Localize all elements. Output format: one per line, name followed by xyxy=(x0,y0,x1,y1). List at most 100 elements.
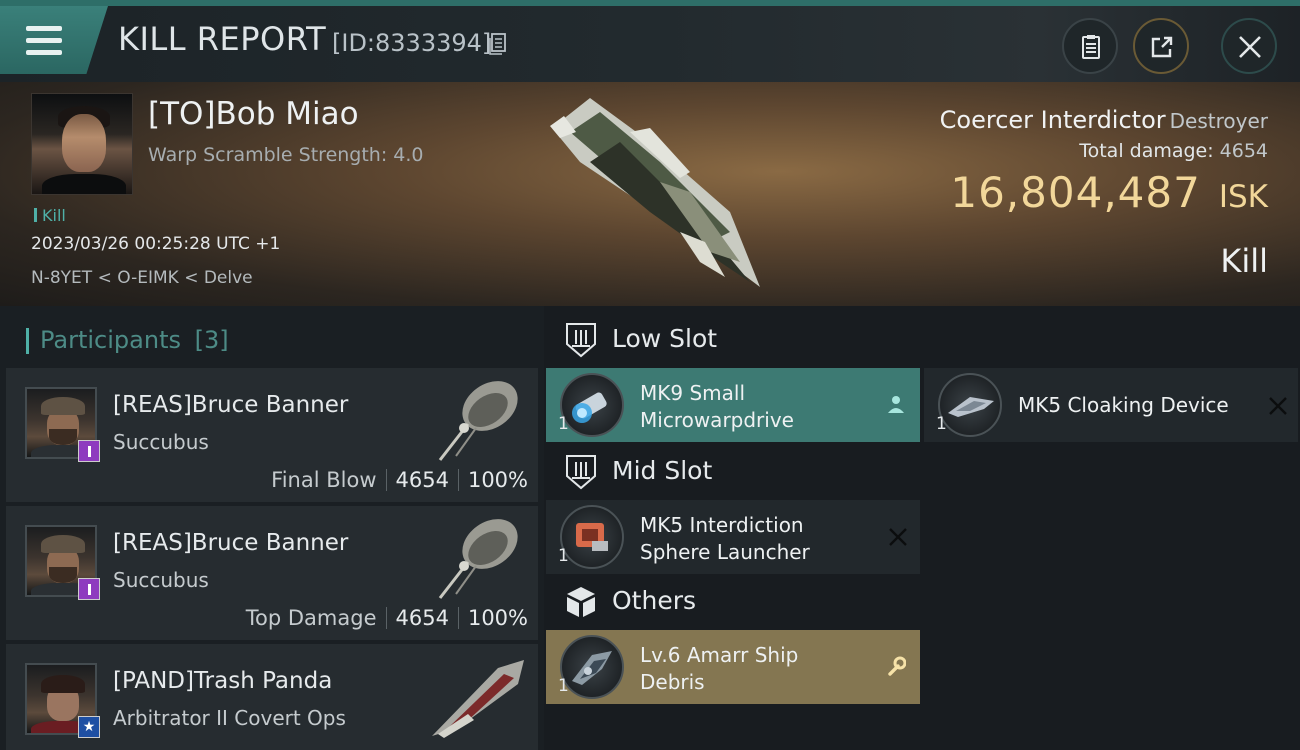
module-interdiction-sphere-launcher[interactable]: 1 MK5 Interdiction Sphere Launcher xyxy=(546,500,920,574)
menu-button[interactable] xyxy=(0,6,108,74)
wrench-icon xyxy=(888,656,906,676)
participants-label: Participants xyxy=(40,326,181,354)
sphere-launcher-icon xyxy=(560,505,624,569)
module-name-line1: MK5 Interdiction xyxy=(640,513,804,537)
participant-card[interactable]: ★ [PAND]Trash Panda Arbitrator II Covert… xyxy=(6,644,538,750)
rank-badge-icon xyxy=(78,578,100,600)
participant-card[interactable]: [REAS]Bruce Banner Succubus Top Damage 46… xyxy=(6,506,538,640)
module-quantity: 1 xyxy=(558,546,569,566)
kill-tag: Kill xyxy=(34,206,66,225)
module-name-line1: Lv.6 Amarr Ship xyxy=(640,643,799,667)
microwarpdrive-icon xyxy=(560,373,624,437)
report-button[interactable] xyxy=(1062,18,1118,74)
item-amarr-ship-debris[interactable]: 1 Lv.6 Amarr Ship Debris xyxy=(546,630,920,704)
menu-icon xyxy=(26,26,62,31)
participants-count: [3] xyxy=(194,326,229,354)
avatar-hat xyxy=(41,535,85,553)
module-name: Lv.6 Amarr Ship Debris xyxy=(640,642,798,696)
participant-name: [REAS]Bruce Banner xyxy=(113,530,349,556)
mid-slot-label: Mid Slot xyxy=(612,456,713,485)
destroyed-x-icon xyxy=(1269,397,1287,415)
participant-ship-image xyxy=(438,519,518,599)
page-title: KILL REPORT xyxy=(118,20,327,58)
isk-unit: ISK xyxy=(1218,179,1268,215)
header-bar: KILL REPORT [ID:8333394] xyxy=(0,0,1300,82)
total-damage: Total damage: 4654 xyxy=(1079,140,1268,162)
cube-icon xyxy=(567,587,595,617)
victim-name[interactable]: [TO]Bob Miao xyxy=(148,96,359,132)
divider xyxy=(385,469,387,491)
participant-ship-image xyxy=(432,660,524,738)
victim-panel: [TO]Bob Miao Warp Scramble Strength: 4.0… xyxy=(0,82,1300,306)
low-slot-label: Low Slot xyxy=(612,324,718,353)
fitting-panel: Low Slot 1 MK9 Small Microwarpdrive 1 MK… xyxy=(544,306,1300,750)
participant-damage: 4654 xyxy=(395,468,449,492)
kill-id: [ID:8333394] xyxy=(332,29,492,57)
ship-debris-icon xyxy=(560,635,624,699)
module-microwarpdrive[interactable]: 1 MK9 Small Microwarpdrive xyxy=(546,368,920,442)
avatar-face xyxy=(62,114,106,172)
menu-icon-bar xyxy=(26,50,62,55)
result-label: Kill xyxy=(1220,242,1268,280)
mid-slot-icon xyxy=(566,455,596,490)
kill-timestamp: 2023/03/26 00:25:28 UTC +1 xyxy=(31,234,281,254)
copy-icon[interactable] xyxy=(489,33,507,55)
divider xyxy=(457,607,459,629)
others-label: Others xyxy=(612,586,697,615)
module-quantity: 1 xyxy=(936,414,947,434)
avatar-hat xyxy=(41,397,85,415)
participant-ship: Succubus xyxy=(113,568,209,592)
victim-avatar[interactable] xyxy=(31,93,133,195)
participants-panel: Participants [3] [REAS]Bruce Banner Succ… xyxy=(0,306,544,750)
ship-name-text: Coercer Interdictor xyxy=(939,106,1166,134)
cloaking-device-icon xyxy=(938,373,1002,437)
module-name-line1: MK9 Small xyxy=(640,381,745,405)
participant-ship: Arbitrator II Covert Ops xyxy=(113,706,346,730)
warp-scramble-strength: Warp Scramble Strength: 4.0 xyxy=(148,144,424,166)
menu-icon-bar xyxy=(26,38,62,43)
participant-stats: Final Blow 4654 100% xyxy=(271,468,528,492)
avatar-collar xyxy=(42,174,126,194)
close-button[interactable] xyxy=(1221,18,1277,74)
module-quantity: 1 xyxy=(558,414,569,434)
ship-class-text: Destroyer xyxy=(1169,109,1268,133)
participant-role: Final Blow xyxy=(271,468,377,492)
clipboard-icon xyxy=(1082,35,1100,59)
participant-ship: Succubus xyxy=(113,430,209,454)
module-cloaking-device[interactable]: 1 MK5 Cloaking Device xyxy=(924,368,1298,442)
participant-stats: Top Damage 4654 100% xyxy=(246,606,528,630)
destroyed-x-icon xyxy=(889,528,907,546)
module-name-line2: Sphere Launcher xyxy=(640,540,810,564)
module-name-line2: Microwarpdrive xyxy=(640,408,794,432)
avatar-hair xyxy=(41,675,85,693)
participant-damage: 4654 xyxy=(395,606,449,630)
participants-header: Participants [3] xyxy=(26,326,229,354)
close-icon xyxy=(1239,36,1261,58)
divider xyxy=(385,607,387,629)
participant-card[interactable]: [REAS]Bruce Banner Succubus Final Blow 46… xyxy=(6,368,538,502)
person-icon xyxy=(888,396,904,413)
avatar-beard xyxy=(49,567,77,583)
participant-role: Top Damage xyxy=(245,606,377,630)
share-button[interactable] xyxy=(1133,18,1189,74)
total-damage-value: 4654 xyxy=(1219,140,1268,162)
header-accent-line xyxy=(0,0,1300,6)
ship-render-image xyxy=(550,98,760,287)
star-badge-icon: ★ xyxy=(78,716,100,738)
isk-value: 16,804,487 xyxy=(950,168,1201,217)
total-damage-label: Total damage: xyxy=(1079,140,1214,162)
participant-name: [PAND]Trash Panda xyxy=(113,668,333,694)
participant-percent: 100% xyxy=(467,468,528,492)
rank-badge-icon xyxy=(78,440,100,462)
low-slot-icon xyxy=(566,323,596,358)
share-icon xyxy=(1151,36,1173,58)
victim-ship[interactable]: Coercer Interdictor Destroyer xyxy=(940,106,1268,134)
module-name: MK5 Cloaking Device xyxy=(1018,393,1229,417)
participant-percent: 100% xyxy=(467,606,528,630)
module-name-line2: Debris xyxy=(640,670,705,694)
module-quantity: 1 xyxy=(558,676,569,696)
participant-name: [REAS]Bruce Banner xyxy=(113,392,349,418)
isk-value-row: 16,804,487 ISK xyxy=(950,168,1268,217)
module-name: MK5 Interdiction Sphere Launcher xyxy=(640,512,810,566)
divider xyxy=(457,469,459,491)
